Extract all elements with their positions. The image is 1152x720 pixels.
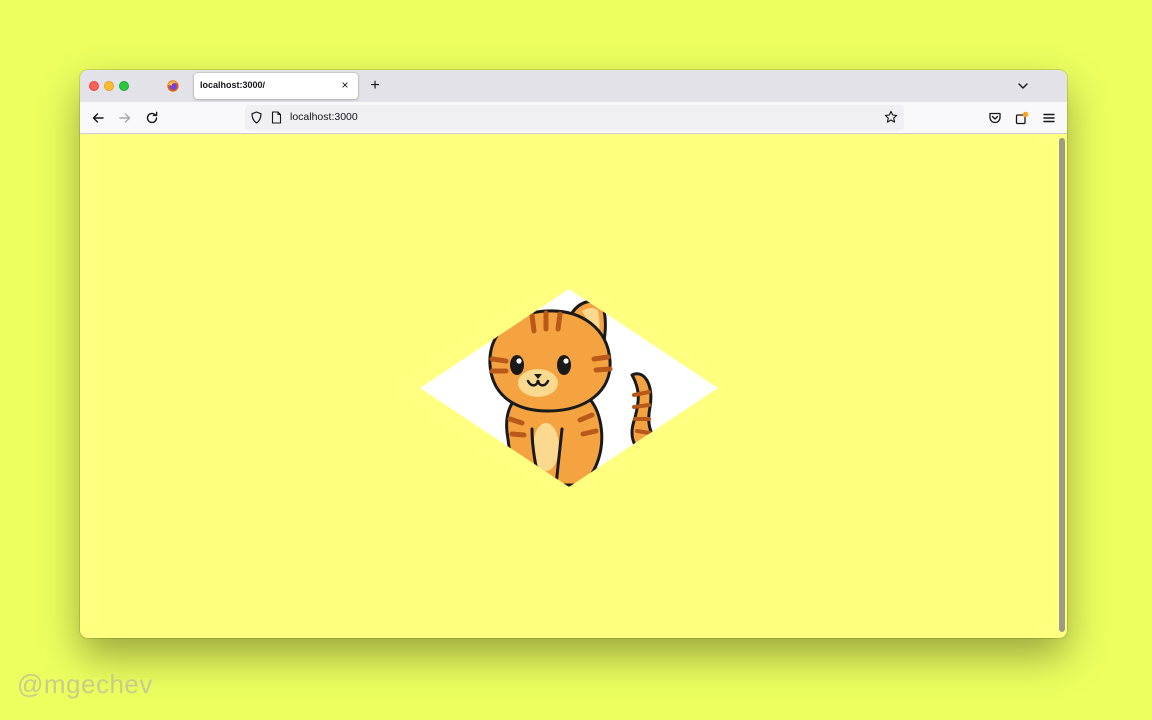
navigation-toolbar: localhost:3000 xyxy=(80,102,1067,134)
pocket-icon[interactable] xyxy=(987,110,1003,126)
close-window-button[interactable] xyxy=(89,81,99,91)
tab-title: localhost:3000/ xyxy=(200,80,266,90)
address-bar[interactable]: localhost:3000 xyxy=(245,105,904,130)
browser-window: localhost:3000/ × + localhost:3000 xyxy=(80,70,1067,638)
chevron-down-icon[interactable] xyxy=(1017,79,1029,93)
url-text[interactable]: localhost:3000 xyxy=(290,111,358,123)
vertical-scrollbar[interactable] xyxy=(1059,138,1065,632)
reload-icon[interactable] xyxy=(144,110,160,126)
close-tab-icon[interactable]: × xyxy=(339,78,351,92)
firefox-icon[interactable] xyxy=(167,80,179,92)
hamburger-menu-icon[interactable] xyxy=(1041,110,1057,126)
cat-drawing xyxy=(488,299,665,487)
star-icon[interactable] xyxy=(884,110,898,124)
zoom-window-button[interactable] xyxy=(119,81,129,91)
watermark-text: @mgechev xyxy=(17,669,153,699)
minimize-window-button[interactable] xyxy=(104,81,114,91)
new-tab-button[interactable]: + xyxy=(368,77,382,95)
page-icon[interactable] xyxy=(271,111,282,124)
tab-bar: localhost:3000/ × + xyxy=(80,70,1067,102)
extensions-icon[interactable] xyxy=(1014,110,1030,126)
arrow-left-icon[interactable] xyxy=(90,110,106,126)
cat-illustration xyxy=(420,289,718,487)
shield-icon[interactable] xyxy=(250,111,263,124)
arrow-right-icon[interactable] xyxy=(117,110,133,126)
tab-localhost[interactable]: localhost:3000/ × xyxy=(194,73,358,99)
